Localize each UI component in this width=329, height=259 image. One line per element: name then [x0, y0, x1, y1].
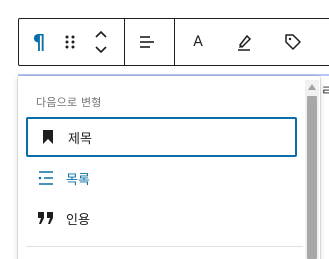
item-label: 인용	[66, 212, 90, 228]
toolbar-separator	[174, 19, 175, 65]
move-up-down-button[interactable]	[89, 19, 113, 65]
tag-icon	[285, 34, 301, 50]
text-color-icon: A	[193, 34, 203, 50]
align-button[interactable]	[133, 19, 161, 65]
paragraph-icon: ¶	[32, 30, 46, 54]
block-toolbar: ¶ A	[18, 18, 329, 66]
item-label: 제목	[68, 131, 92, 147]
highlight-icon	[238, 34, 252, 51]
item-label: 목록	[66, 172, 90, 188]
paragraph-button[interactable]: ¶	[25, 19, 53, 65]
scroll-thumb[interactable]	[307, 96, 317, 259]
editor-text: ㄹ	[321, 84, 329, 99]
move-up-down-icon	[95, 30, 107, 54]
list-icon	[38, 171, 53, 185]
transform-quote-item[interactable]: 인용	[26, 198, 297, 238]
highlight-button[interactable]	[231, 19, 257, 65]
align-icon	[140, 36, 154, 48]
text-color-button[interactable]: A	[185, 19, 211, 65]
menu-heading: 다음으로 변형	[36, 96, 102, 109]
transform-heading-item[interactable]: 제목	[26, 117, 297, 157]
scroll-up-arrow-icon[interactable]	[308, 84, 316, 90]
transform-list-item[interactable]: 목록	[26, 158, 297, 198]
drag-handle-icon	[65, 35, 75, 49]
drag-handle-button[interactable]	[59, 19, 81, 65]
bookmark-icon	[43, 130, 53, 144]
transform-menu: 다음으로 변형 제목 목록 인용	[18, 76, 320, 259]
tag-button[interactable]	[279, 19, 307, 65]
quote-icon	[38, 212, 53, 224]
menu-scrollbar[interactable]	[305, 80, 319, 259]
menu-divider	[26, 246, 303, 247]
toolbar-separator	[124, 19, 125, 65]
